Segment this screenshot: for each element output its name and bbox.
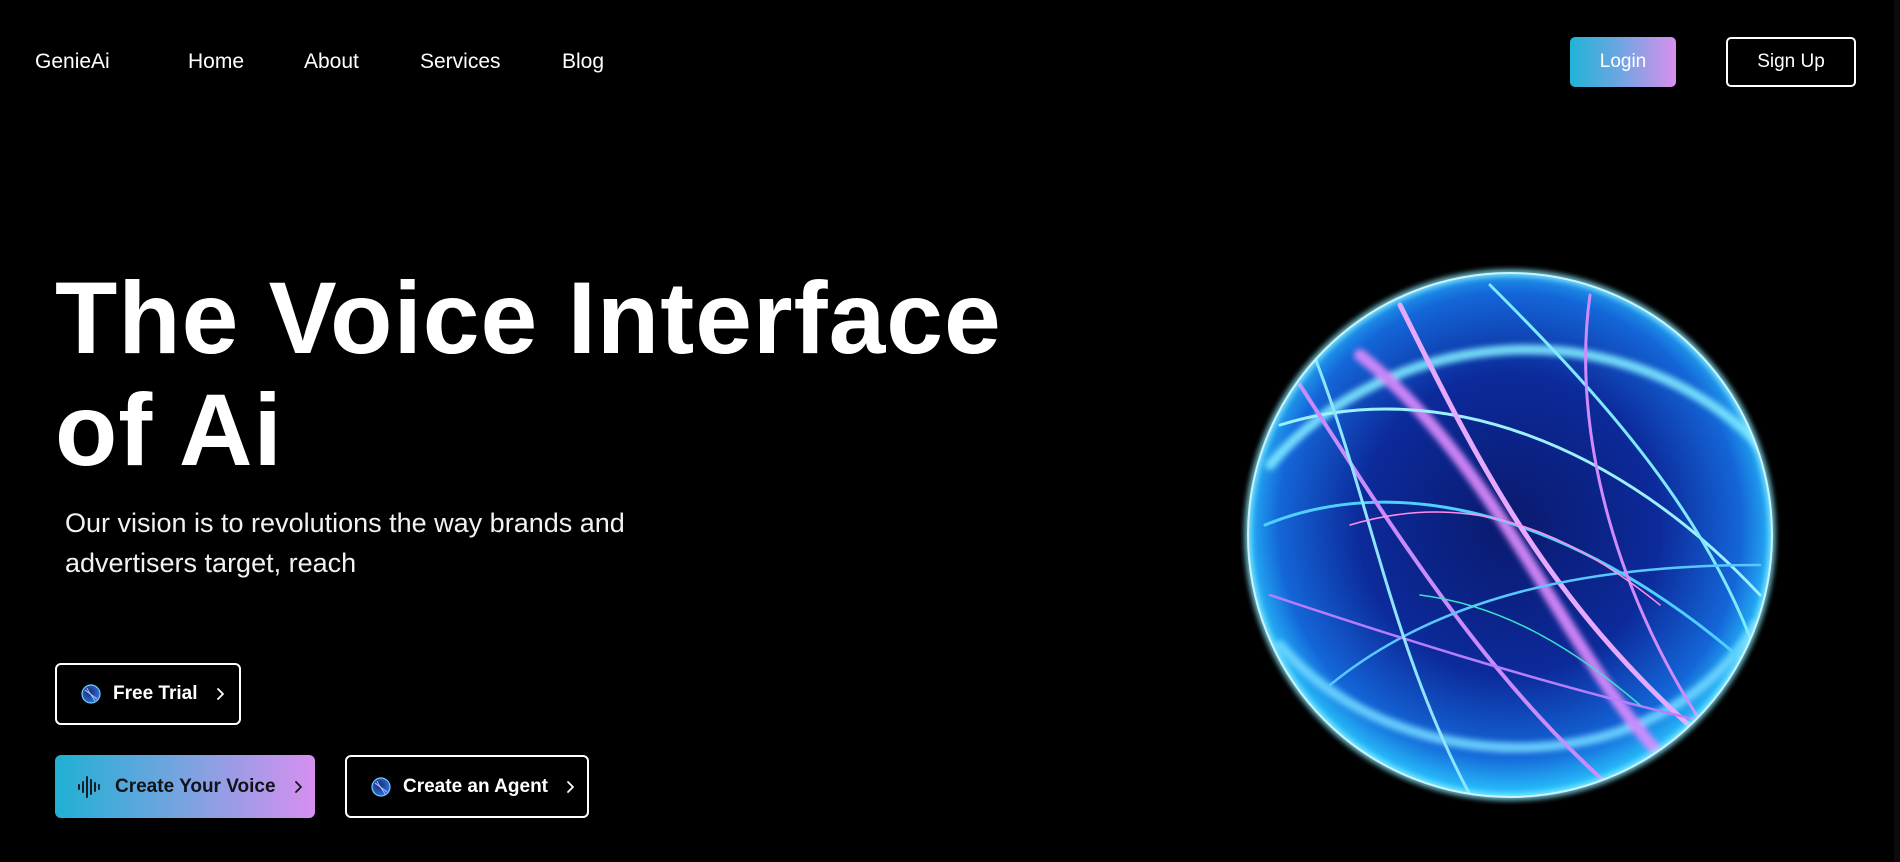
nav-link-about[interactable]: About [304,49,359,75]
signup-button-label: Sign Up [1757,51,1825,72]
nav-link-blog[interactable]: Blog [562,49,604,75]
page-scrollbar[interactable] [1894,0,1900,862]
globe-icon [81,684,101,704]
nav-link-home[interactable]: Home [188,49,244,75]
free-trial-label: Free Trial [113,683,198,704]
hero-subtitle-line-1: Our vision is to revolutions the way bra… [65,508,625,538]
glowing-orb-illustration [1240,265,1780,805]
create-voice-label: Create Your Voice [115,775,276,797]
globe-icon [371,776,391,797]
chevron-right-icon [294,780,302,793]
chevron-right-icon [567,780,574,793]
hero-subtitle-line-2: advertisers target, reach [65,548,357,578]
hero-title-line-1: The Voice Interface [55,261,1002,375]
chevron-right-icon [216,688,224,700]
create-agent-button[interactable]: Create an Agent [345,755,589,818]
logo[interactable]: GenieAi [35,49,110,75]
sound-wave-icon [78,775,100,798]
create-voice-button[interactable]: Create Your Voice [55,755,315,818]
login-button-label: Login [1599,51,1647,72]
hero-title-line-2: of Ai [55,373,283,487]
create-agent-label: Create an Agent [403,775,548,797]
login-button[interactable]: Login [1570,37,1676,87]
hero-subtitle: Our vision is to revolutions the way bra… [65,503,705,583]
nav-link-services[interactable]: Services [420,49,501,75]
hero-title: The Voice Interface of Ai [55,262,1055,486]
signup-button[interactable]: Sign Up [1726,37,1856,87]
free-trial-button[interactable]: Free Trial [55,663,241,725]
